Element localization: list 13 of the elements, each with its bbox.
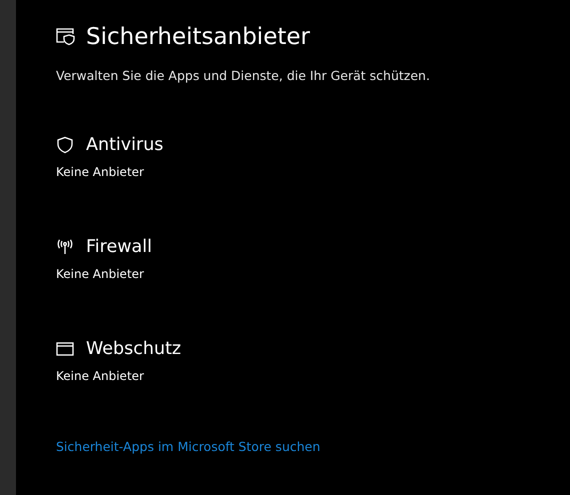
page-description: Verwalten Sie die Apps und Dienste, die Ihr Gerät schützen. [56,68,431,83]
store-link[interactable]: Sicherheit-Apps im Microsoft Store suchen [56,439,320,454]
provider-status: Keine Anbieter [56,369,145,383]
provider-status: Keine Anbieter [56,267,145,281]
shield-window-icon [56,28,76,46]
section-title: Antivirus [86,135,164,155]
antenna-icon [56,239,74,255]
page-title: Sicherheitsanbieter [86,24,310,50]
shield-icon [56,136,74,154]
browser-window-icon [56,342,74,356]
provider-status: Keine Anbieter [56,165,145,179]
section-title: Webschutz [86,339,182,359]
section-title: Firewall [86,237,152,257]
